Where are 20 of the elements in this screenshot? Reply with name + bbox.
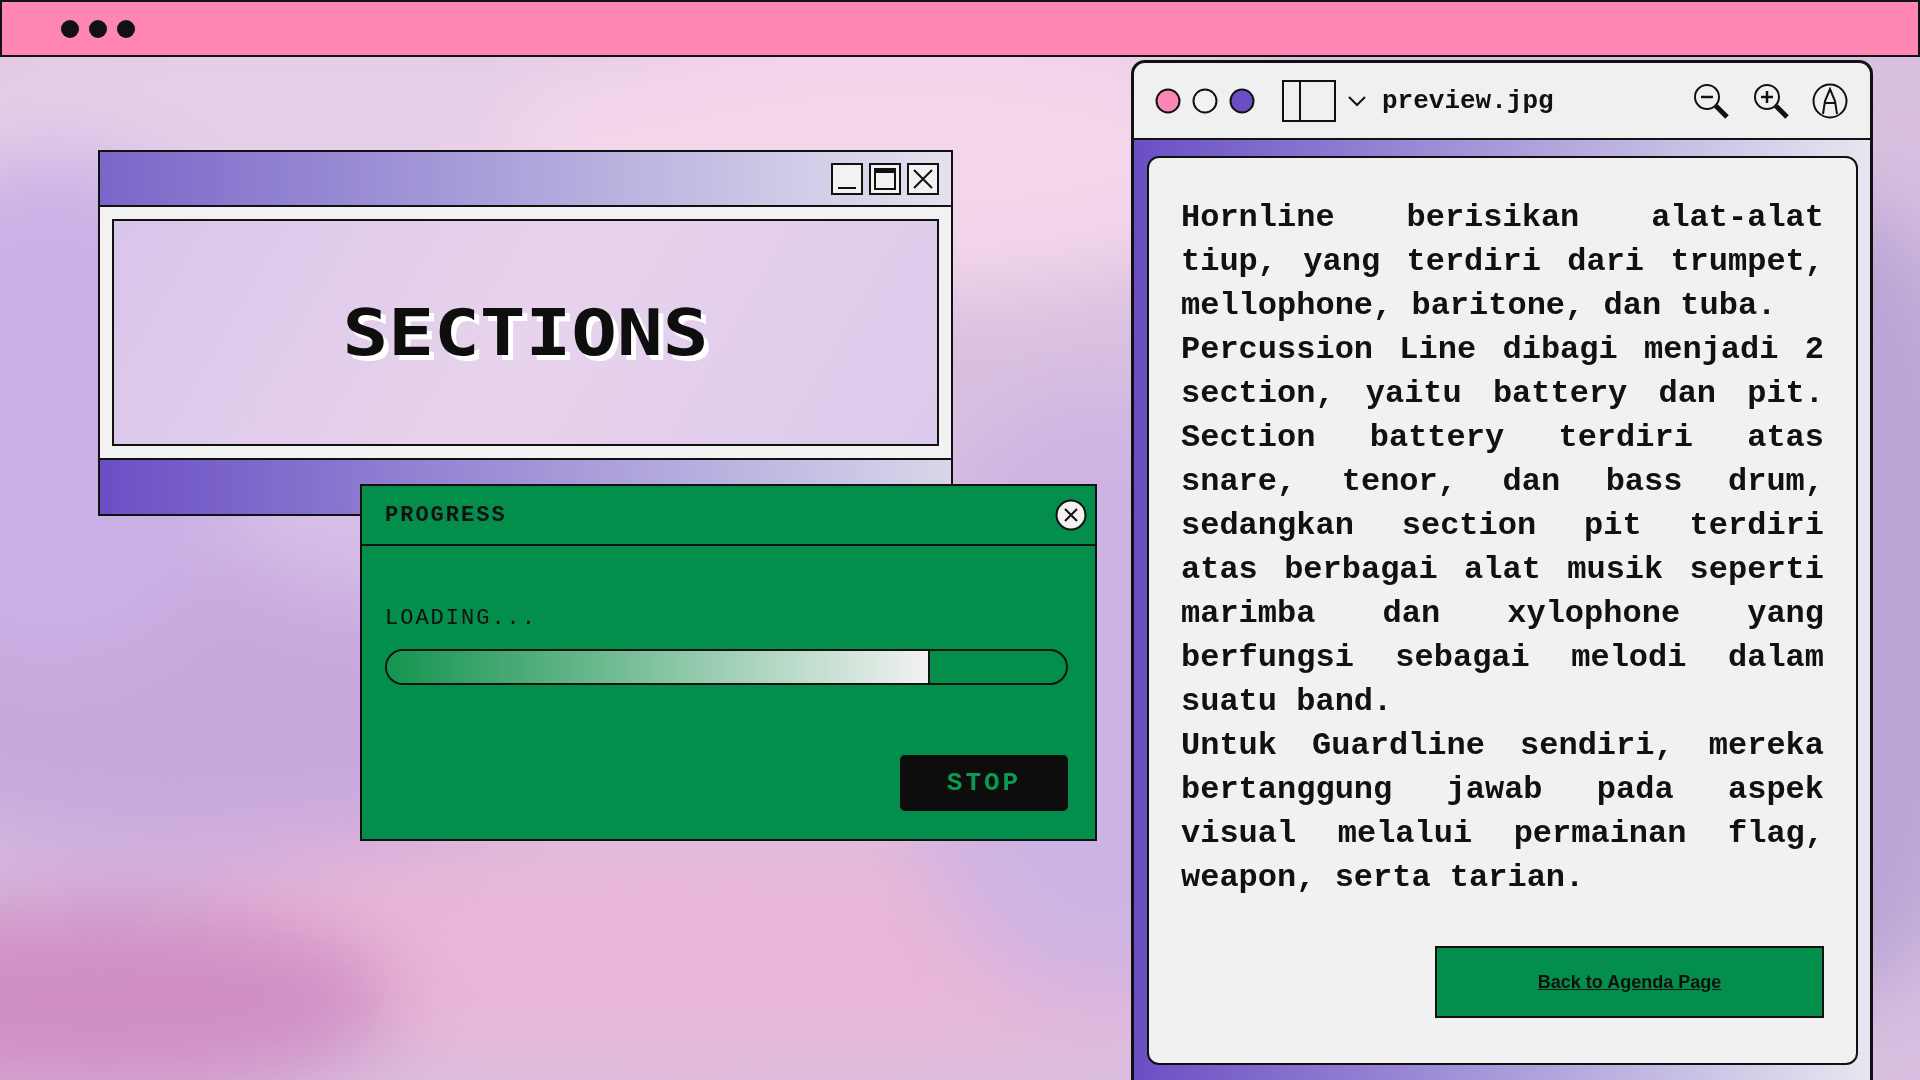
markup-icon[interactable] xyxy=(1812,82,1848,119)
agenda-link-button[interactable]: Back to Agenda Page xyxy=(1435,946,1824,1018)
close-icon[interactable] xyxy=(1055,499,1087,531)
minimize-icon[interactable] xyxy=(831,162,863,195)
body-paragraph: Percussion Line dibagi menjadi 2 section, yaitu battery dan pit. Section battery terdiri atas snare, tenor, dan bass drum, sedangkan section pit terdiri atas berbagai alat musik seperti marimba dan xylophone yang berfungsi sebagai melodi dalam suatu band. xyxy=(1181,330,1824,722)
stop-button[interactable]: STOP xyxy=(900,755,1068,811)
body-paragraph: Hornline berisikan alat-alat tiup, yang terdiri dari trumpet, mellophone, baritone, dan tuba. xyxy=(1181,198,1824,326)
zoom-in-icon[interactable] xyxy=(1752,81,1790,120)
loading-text: LOADING... xyxy=(385,606,539,631)
file-name: preview.jpg xyxy=(1382,85,1554,116)
window-controls-icon[interactable] xyxy=(1154,86,1256,115)
sections-title: SECTIONS xyxy=(342,294,709,371)
maximize-icon[interactable] xyxy=(869,162,901,195)
zoom-out-icon[interactable] xyxy=(1692,81,1730,120)
body-paragraph: Untuk Guardline sendiri, mereka bertanggung jawab pada aspek visual melalui permainan flag, weapon, serta tarian. xyxy=(1181,726,1824,898)
chevron-down-icon[interactable] xyxy=(1348,94,1366,107)
dialog-title: PROGRESS xyxy=(385,502,507,528)
sidebar-icon[interactable] xyxy=(1282,79,1336,122)
dots-icon[interactable] xyxy=(60,18,136,39)
close-icon[interactable] xyxy=(907,162,939,195)
